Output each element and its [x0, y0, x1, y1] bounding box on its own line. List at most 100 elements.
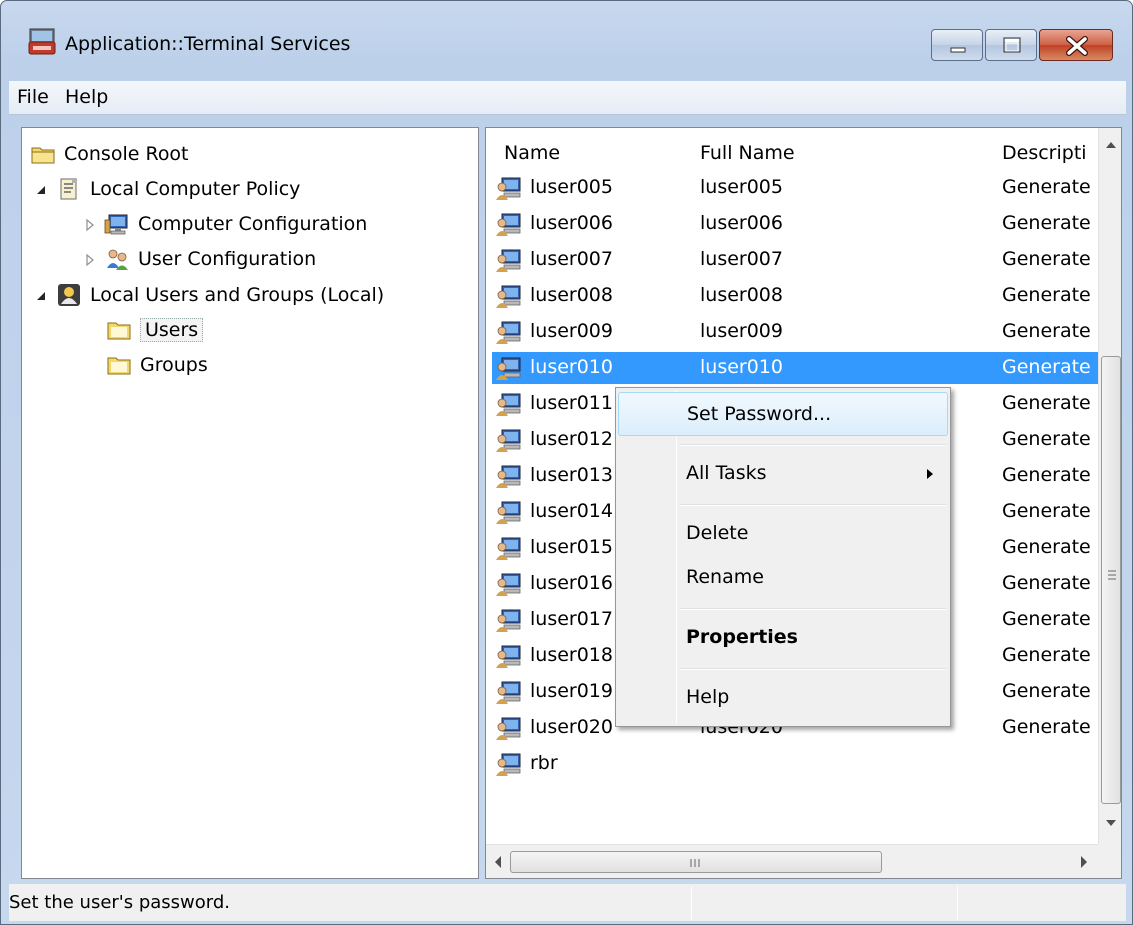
menu-separator — [680, 444, 946, 446]
cell-name: luser011 — [530, 392, 613, 414]
user-icon — [496, 499, 524, 525]
tree-item-computer-configuration[interactable]: Computer Configuration — [82, 208, 367, 240]
context-menu: Set Password... All Tasks Delete Rename … — [615, 387, 951, 727]
cell-description: Generate — [1002, 716, 1091, 738]
table-row[interactable]: luser007 luser007 Generate — [492, 244, 1102, 276]
cell-description: Generate — [1002, 248, 1091, 270]
menu-separator — [680, 608, 946, 610]
policy-icon — [56, 176, 82, 202]
folder-open-icon — [106, 317, 132, 343]
cell-description: Generate — [1002, 284, 1091, 306]
expanded-arrow-icon[interactable] — [34, 287, 50, 303]
table-row[interactable]: luser006 luser006 Generate — [492, 208, 1102, 240]
tree-item-label: Users — [140, 318, 204, 342]
user-icon — [496, 211, 524, 237]
tree-item-users[interactable]: Users — [106, 314, 204, 346]
cell-name: luser013 — [530, 464, 613, 486]
folder-icon — [30, 141, 56, 167]
menu-item-set-password[interactable]: Set Password... — [618, 392, 948, 436]
column-header-name[interactable]: Name — [504, 142, 560, 164]
scrollbar-corner — [1098, 844, 1121, 878]
cell-description: Generate — [1002, 464, 1091, 486]
tree-item-groups[interactable]: Groups — [106, 349, 208, 381]
cell-description: Generate — [1002, 680, 1091, 702]
cell-name: luser019 — [530, 680, 613, 702]
cell-full-name: luser010 — [700, 356, 783, 378]
cell-name: luser017 — [530, 608, 613, 630]
cell-description: Generate — [1002, 572, 1091, 594]
menu-item-rename[interactable]: Rename — [618, 556, 948, 600]
menu-item-help[interactable]: Help — [618, 676, 948, 720]
console-tree[interactable]: Console Root Local Computer Policy Compu… — [21, 127, 479, 879]
menu-item-label: Rename — [686, 566, 764, 588]
menu-item-delete[interactable]: Delete — [618, 512, 948, 556]
collapsed-arrow-icon[interactable] — [82, 216, 98, 232]
grip-icon — [690, 859, 700, 867]
tree-item-label: Computer Configuration — [138, 213, 368, 235]
vertical-scrollbar[interactable] — [1098, 128, 1122, 844]
expanded-arrow-icon[interactable] — [34, 181, 50, 197]
table-row[interactable]: rbr — [492, 748, 1102, 780]
close-button[interactable] — [1039, 29, 1113, 61]
cell-name: luser010 — [530, 356, 613, 378]
title-bar[interactable]: Application::Terminal Services — [1, 1, 1132, 81]
cell-name: rbr — [530, 752, 558, 774]
table-row[interactable]: luser009 luser009 Generate — [492, 316, 1102, 348]
user-icon — [496, 643, 524, 669]
cell-description: Generate — [1002, 176, 1091, 198]
cell-description: Generate — [1002, 356, 1091, 378]
menu-file[interactable]: File — [17, 86, 49, 108]
column-header-description[interactable]: Descripti — [1002, 142, 1087, 164]
menu-help[interactable]: Help — [65, 86, 108, 108]
menu-item-label: All Tasks — [686, 462, 767, 484]
tree-item-label: Groups — [140, 354, 208, 376]
vertical-scroll-thumb[interactable] — [1101, 356, 1121, 804]
menu-item-label: Set Password... — [687, 403, 832, 425]
menu-item-label: Help — [686, 686, 730, 708]
close-icon — [1066, 36, 1088, 56]
minimize-icon — [950, 47, 966, 53]
cell-description: Generate — [1002, 500, 1091, 522]
maximize-icon — [1003, 37, 1021, 53]
user-icon — [496, 247, 524, 273]
table-row[interactable]: luser005 luser005 Generate — [492, 172, 1102, 204]
cell-full-name: luser009 — [700, 320, 783, 342]
menu-item-all-tasks[interactable]: All Tasks — [618, 452, 948, 496]
menu-separator — [680, 668, 946, 670]
cell-name: luser005 — [530, 176, 613, 198]
horizontal-scrollbar[interactable] — [486, 844, 1098, 878]
tree-item-console-root[interactable]: Console Root — [30, 138, 189, 170]
cell-description: Generate — [1002, 320, 1091, 342]
maximize-button[interactable] — [985, 29, 1037, 61]
status-bar: Set the user's password. — [9, 883, 1126, 921]
horizontal-scroll-thumb[interactable] — [510, 851, 882, 873]
cell-name: luser018 — [530, 644, 613, 666]
menu-item-properties[interactable]: Properties — [618, 616, 948, 660]
user-icon — [496, 607, 524, 633]
status-divider — [957, 886, 958, 920]
cell-name: luser009 — [530, 320, 613, 342]
users-icon — [104, 246, 130, 272]
scroll-up-arrow-icon[interactable] — [1099, 134, 1122, 158]
folder-icon — [106, 352, 132, 378]
column-header-full-name[interactable]: Full Name — [700, 142, 795, 164]
scroll-right-arrow-icon[interactable] — [1072, 845, 1096, 879]
submenu-arrow-icon — [927, 469, 933, 479]
app-window: Application::Terminal Services File Help — [0, 0, 1133, 925]
table-row[interactable]: luser008 luser008 Generate — [492, 280, 1102, 312]
tree-item-local-users-groups[interactable]: Local Users and Groups (Local) — [34, 279, 384, 311]
tree-item-local-computer-policy[interactable]: Local Computer Policy — [34, 173, 300, 205]
user-icon — [496, 175, 524, 201]
tree-item-label: User Configuration — [138, 248, 317, 270]
user-icon — [496, 535, 524, 561]
window-title: Application::Terminal Services — [65, 33, 351, 55]
cell-full-name: luser006 — [700, 212, 783, 234]
minimize-button[interactable] — [931, 29, 983, 61]
table-row[interactable]: luser010 luser010 Generate — [492, 352, 1102, 384]
scroll-left-arrow-icon[interactable] — [486, 845, 510, 879]
cell-name: luser007 — [530, 248, 613, 270]
collapsed-arrow-icon[interactable] — [82, 251, 98, 267]
tree-item-user-configuration[interactable]: User Configuration — [82, 243, 316, 275]
cell-name: luser020 — [530, 716, 613, 738]
scroll-down-arrow-icon[interactable] — [1099, 810, 1122, 834]
